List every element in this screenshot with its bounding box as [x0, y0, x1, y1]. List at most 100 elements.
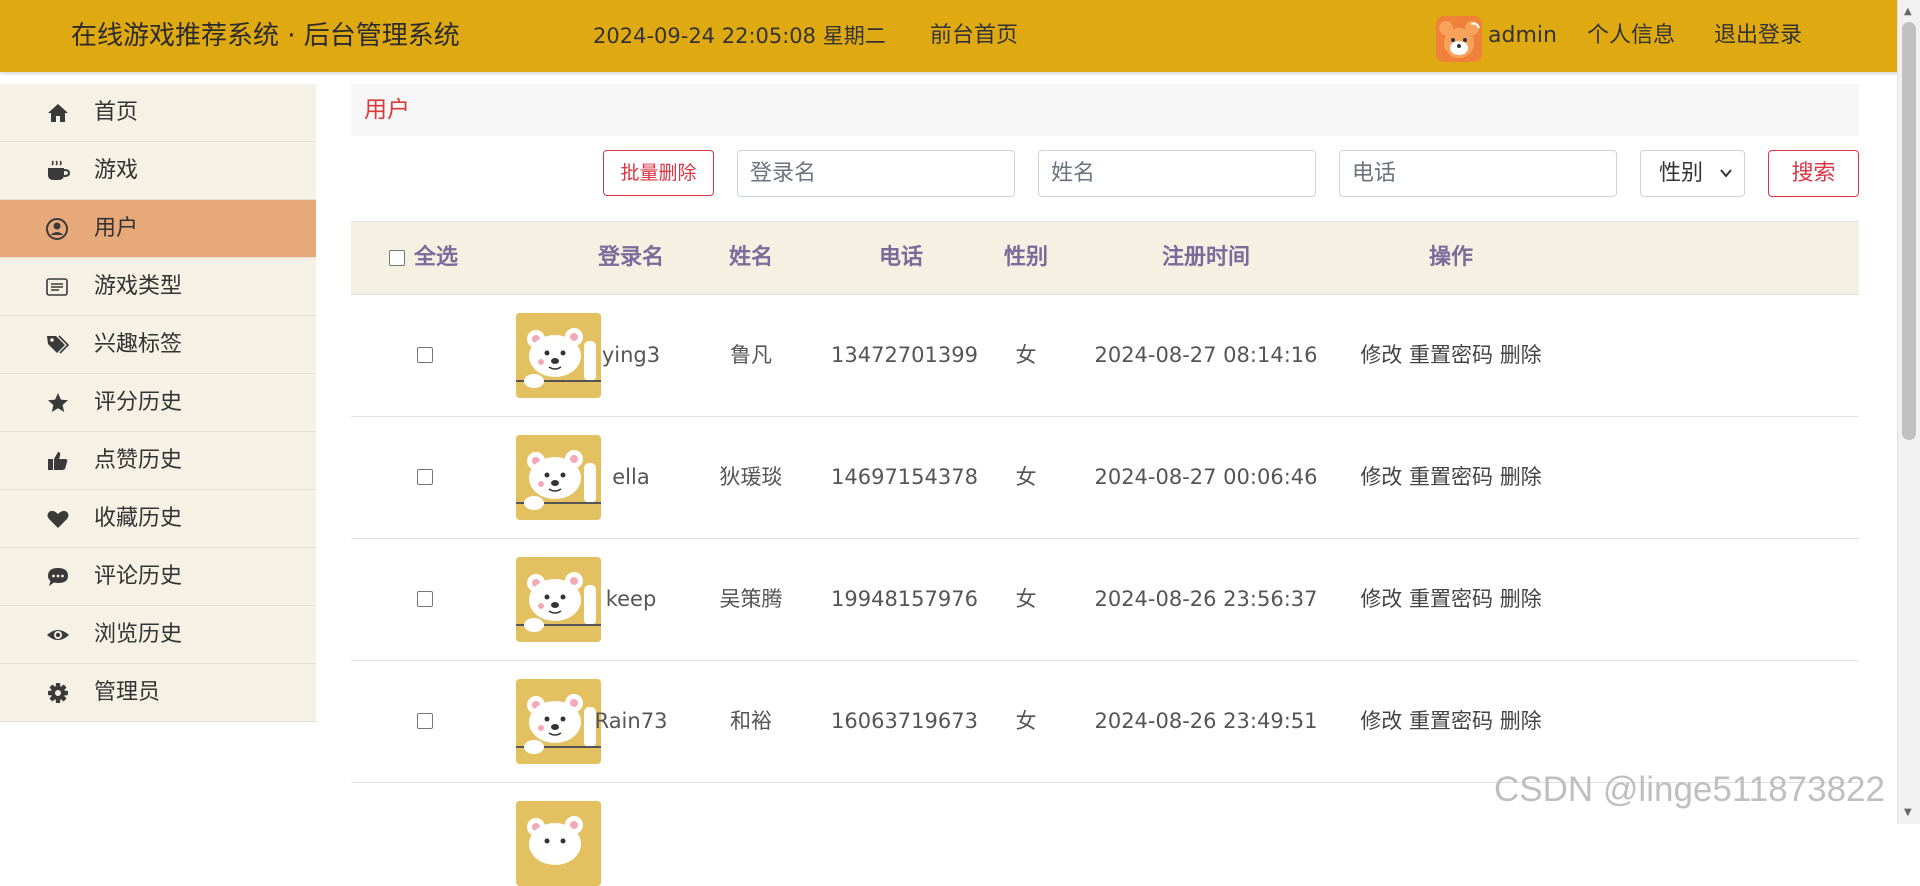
delete-link[interactable]: 删除 [1500, 587, 1542, 611]
edit-link[interactable]: 修改 [1360, 587, 1402, 611]
sidebar-item-users[interactable]: 用户 [0, 200, 316, 258]
sidebar-item-browse-history[interactable]: 浏览历史 [0, 606, 316, 664]
home-icon [48, 104, 68, 122]
cell-login: Rain73 [594, 709, 668, 733]
sidebar-item-interest-tags[interactable]: 兴趣标签 [0, 316, 316, 374]
delete-link[interactable]: 删除 [1500, 343, 1542, 367]
cell-gender: 女 [1015, 343, 1037, 367]
sidebar-item-label: 管理员 [94, 680, 161, 705]
user-avatar [516, 801, 601, 886]
cell-actions: 修改 重置密码 删除 [1351, 417, 1551, 538]
chevron-down-icon [1720, 151, 1732, 215]
reset-password-link[interactable]: 重置密码 [1409, 343, 1493, 367]
gender-select[interactable]: 性别 [1640, 150, 1745, 197]
header-select-all: 全选 [413, 245, 458, 270]
cell-registered: 2024-08-27 08:14:16 [1094, 343, 1318, 367]
table-row: keep 吴策腾 19948157976 女 2024-08-26 23:56:… [351, 538, 1859, 660]
header-name: 姓名 [728, 245, 773, 270]
table-header: 全选 登录名 姓名 电话 性别 注册时间 操作 [351, 221, 1859, 294]
cell-login: keep [605, 587, 657, 611]
sidebar-item-label: 浏览历史 [94, 622, 183, 647]
watermark: CSDN @linge511873822 [1494, 770, 1885, 809]
edit-link[interactable]: 修改 [1360, 709, 1402, 733]
profile-link[interactable]: 个人信息 [1587, 0, 1675, 72]
select-all-checkbox[interactable] [389, 250, 405, 266]
fox-avatar-icon [1439, 21, 1480, 58]
sidebar-item-label: 游戏类型 [94, 274, 183, 299]
sidebar-item-label: 用户 [94, 216, 139, 241]
admin-avatar[interactable] [1436, 16, 1482, 62]
edit-link[interactable]: 修改 [1360, 465, 1402, 489]
sidebar-item-home[interactable]: 首页 [0, 84, 316, 142]
sidebar-item-game-types[interactable]: 游戏类型 [0, 258, 316, 316]
sidebar-item-rating-history[interactable]: 评分历史 [0, 374, 316, 432]
cell-gender: 女 [1015, 709, 1037, 733]
admin-username[interactable]: admin [1488, 0, 1557, 72]
table-row: ella 狄瑗琰 14697154378 女 2024-08-27 00:06:… [351, 416, 1859, 538]
breadcrumb: 用户 [351, 84, 1859, 136]
comment-icon [48, 568, 68, 586]
scroll-up-arrow-icon[interactable]: ▲ [1904, 6, 1912, 17]
sidebar-item-games[interactable]: 游戏 [0, 142, 316, 200]
row-checkbox[interactable] [417, 347, 433, 363]
table-row: ying3 鲁凡 13472701399 女 2024-08-27 08:14:… [351, 294, 1859, 416]
row-checkbox[interactable] [417, 469, 433, 485]
current-datetime: 2024-09-24 22:05:08 星期二 [593, 24, 886, 48]
heart-icon [47, 510, 69, 528]
thumbs-up-icon [48, 452, 68, 470]
row-checkbox[interactable] [417, 591, 433, 607]
front-home-link[interactable]: 前台首页 [930, 0, 1018, 72]
system-title: 在线游戏推荐系统 · 后台管理系统 [71, 21, 460, 51]
login-search-input[interactable] [737, 150, 1015, 197]
sidebar-item-label: 兴趣标签 [94, 332, 183, 357]
sidebar-item-admins[interactable]: 管理员 [0, 664, 316, 722]
sidebar-item-favorite-history[interactable]: 收藏历史 [0, 490, 316, 548]
cell-login: ella [612, 465, 650, 489]
sidebar-item-label: 首页 [94, 100, 139, 125]
delete-link[interactable]: 删除 [1500, 465, 1542, 489]
sidebar-item-label: 评论历史 [94, 564, 183, 589]
edit-link[interactable]: 修改 [1360, 343, 1402, 367]
main-content: 用户 批量删除 性别 搜索 全选 登录名 姓名 电话 性别 注册时间 操作 [351, 84, 1859, 886]
coffee-icon [48, 160, 70, 180]
cell-phone: 19948157976 [831, 587, 978, 611]
cell-gender: 女 [1015, 465, 1037, 489]
page-scrollbar[interactable]: ▲ ▼ [1897, 0, 1920, 824]
search-button[interactable]: 搜索 [1768, 150, 1859, 197]
reset-password-link[interactable]: 重置密码 [1409, 709, 1493, 733]
reset-password-link[interactable]: 重置密码 [1409, 465, 1493, 489]
header-phone: 电话 [878, 245, 923, 270]
delete-link[interactable]: 删除 [1500, 709, 1542, 733]
sidebar: 首页 游戏 用户 游戏类型 兴趣标签 评分历史 点赞历史 收藏历史 评论历史 浏… [0, 84, 316, 722]
header-login: 登录名 [597, 245, 664, 270]
cell-name: 和裕 [730, 709, 772, 733]
scroll-down-arrow-icon[interactable]: ▼ [1904, 807, 1912, 818]
cell-registered: 2024-08-27 00:06:46 [1094, 465, 1318, 489]
name-search-input[interactable] [1038, 150, 1316, 197]
user-circle-icon [46, 218, 68, 240]
header-actions: 操作 [1428, 245, 1473, 270]
cell-name: 吴策腾 [719, 587, 783, 611]
sidebar-item-label: 收藏历史 [94, 506, 183, 531]
cell-login: ying3 [601, 343, 661, 367]
cell-registered: 2024-08-26 23:49:51 [1094, 709, 1318, 733]
reset-password-link[interactable]: 重置密码 [1409, 587, 1493, 611]
table-row: Rain73 和裕 16063719673 女 2024-08-26 23:49… [351, 660, 1859, 782]
batch-delete-button[interactable]: 批量删除 [603, 150, 714, 196]
cell-name: 鲁凡 [730, 343, 772, 367]
cell-name: 狄瑗琰 [719, 465, 783, 489]
phone-search-input[interactable] [1339, 150, 1617, 197]
header-registered: 注册时间 [1161, 245, 1250, 270]
cell-actions: 修改 重置密码 删除 [1351, 539, 1551, 660]
eye-icon [47, 630, 69, 640]
sidebar-item-comment-history[interactable]: 评论历史 [0, 548, 316, 606]
tags-icon [47, 335, 70, 354]
row-checkbox[interactable] [417, 713, 433, 729]
users-table: 全选 登录名 姓名 电话 性别 注册时间 操作 ying3 鲁凡 1347270… [351, 221, 1859, 886]
cell-phone: 13472701399 [831, 343, 978, 367]
scroll-thumb[interactable] [1902, 22, 1916, 440]
sidebar-item-like-history[interactable]: 点赞历史 [0, 432, 316, 490]
logout-link[interactable]: 退出登录 [1714, 0, 1802, 72]
star-icon [48, 393, 68, 412]
gear-icon [48, 683, 68, 703]
